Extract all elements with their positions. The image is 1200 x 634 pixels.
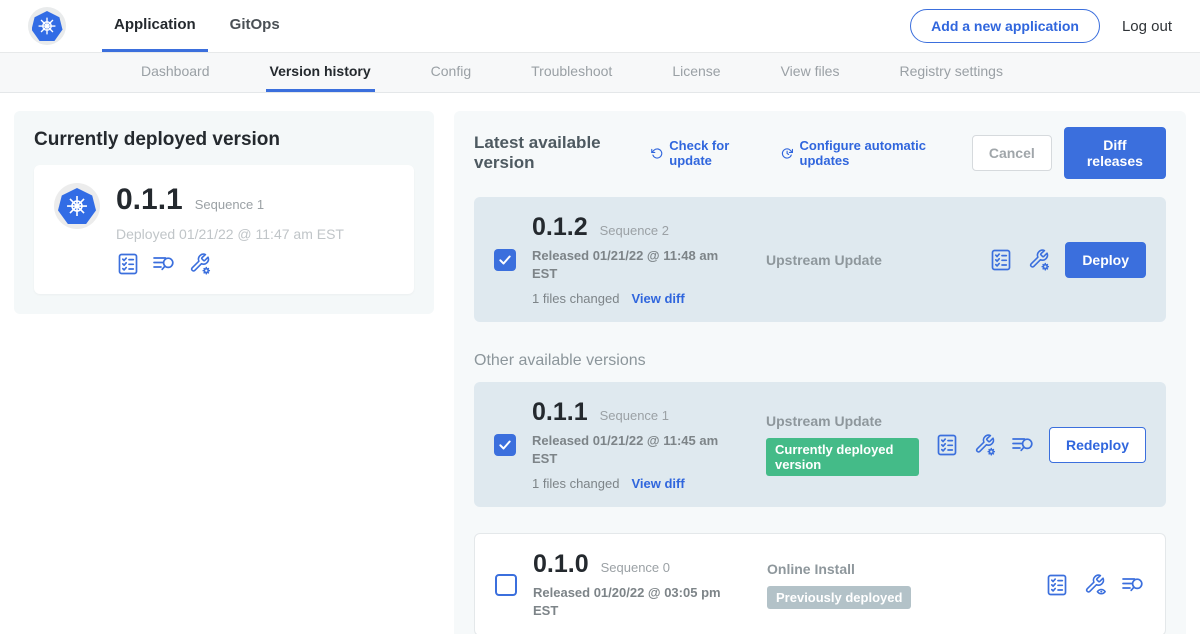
- view-diff-link[interactable]: View diff: [631, 476, 684, 491]
- cancel-button[interactable]: Cancel: [972, 135, 1052, 171]
- version-source-label: Upstream Update: [766, 252, 973, 268]
- version-row-0-1-2: 0.1.2 Sequence 2 Released 01/21/22 @ 11:…: [474, 197, 1166, 322]
- kubernetes-app-icon: [58, 188, 96, 224]
- top-nav: Application GitOps Add a new application…: [0, 0, 1200, 53]
- previously-deployed-badge: Previously deployed: [767, 586, 911, 609]
- logout-button[interactable]: Log out: [1122, 18, 1172, 35]
- diff-releases-button[interactable]: Diff releases: [1064, 127, 1166, 179]
- released-timestamp: Released 01/21/22 @ 11:45 am EST: [532, 432, 722, 467]
- kubernetes-logo-icon: [32, 11, 63, 41]
- tab-config[interactable]: Config: [427, 53, 475, 92]
- version-row-0-1-1: 0.1.1 Sequence 1 Released 01/21/22 @ 11:…: [474, 382, 1166, 507]
- preflight-checks-icon[interactable]: [935, 433, 959, 457]
- tab-license[interactable]: License: [668, 53, 724, 92]
- redeploy-button[interactable]: Redeploy: [1049, 427, 1146, 463]
- latest-version-title: Latest available version: [474, 133, 631, 173]
- version-history-panel: Latest available version Check for updat…: [454, 111, 1186, 634]
- tab-version-history[interactable]: Version history: [266, 53, 375, 92]
- currently-deployed-panel: Currently deployed version 0.1.1 Sequenc…: [14, 111, 434, 314]
- check-for-update-link[interactable]: Check for update: [651, 138, 755, 168]
- sequence-label: Sequence 2: [600, 223, 669, 238]
- deploy-logs-icon[interactable]: [152, 252, 176, 276]
- view-diff-link[interactable]: View diff: [631, 291, 684, 306]
- version-checkbox[interactable]: [494, 249, 516, 271]
- deploy-button[interactable]: Deploy: [1065, 242, 1146, 278]
- currently-deployed-badge: Currently deployed version: [766, 438, 919, 476]
- deployed-timestamp: Deployed 01/21/22 @ 11:47 am EST: [116, 226, 344, 242]
- released-timestamp: Released 01/20/22 @ 03:05 pm EST: [533, 584, 723, 619]
- edit-config-icon[interactable]: [188, 252, 212, 276]
- view-config-icon[interactable]: [1083, 573, 1107, 597]
- top-tab-application[interactable]: Application: [102, 0, 208, 52]
- deployed-panel-title: Currently deployed version: [34, 129, 414, 151]
- other-versions-title: Other available versions: [474, 352, 1166, 370]
- app-sub-nav: Dashboard Version history Config Trouble…: [0, 53, 1200, 93]
- checkmark-icon: [498, 438, 512, 452]
- version-number: 0.1.1: [532, 398, 588, 427]
- sequence-label: Sequence 0: [601, 560, 670, 575]
- top-tab-gitops[interactable]: GitOps: [218, 0, 292, 52]
- version-number: 0.1.0: [533, 550, 589, 579]
- version-source-label: Upstream Update: [766, 413, 919, 429]
- tab-registry-settings[interactable]: Registry settings: [895, 53, 1006, 92]
- files-changed-label: 1 files changed: [532, 476, 619, 491]
- version-number: 0.1.2: [532, 213, 588, 242]
- preflight-checks-icon[interactable]: [116, 252, 140, 276]
- edit-config-icon[interactable]: [1027, 248, 1051, 272]
- preflight-checks-icon[interactable]: [1045, 573, 1069, 597]
- sequence-label: Sequence 1: [600, 408, 669, 423]
- files-changed-label: 1 files changed: [532, 291, 619, 306]
- tab-troubleshoot[interactable]: Troubleshoot: [527, 53, 616, 92]
- app-logo: [28, 0, 66, 52]
- version-checkbox[interactable]: [494, 434, 516, 456]
- version-source-label: Online Install: [767, 561, 1029, 577]
- clock-refresh-icon: [781, 146, 793, 161]
- released-timestamp: Released 01/21/22 @ 11:48 am EST: [532, 247, 722, 282]
- tab-view-files[interactable]: View files: [777, 53, 844, 92]
- checkmark-icon: [498, 253, 512, 267]
- deployed-version-card: 0.1.1 Sequence 1 Deployed 01/21/22 @ 11:…: [34, 165, 414, 294]
- deploy-logs-icon[interactable]: [1121, 573, 1145, 597]
- preflight-checks-icon[interactable]: [989, 248, 1013, 272]
- main-content: Currently deployed version 0.1.1 Sequenc…: [0, 93, 1200, 634]
- deployed-version-number: 0.1.1: [116, 183, 183, 217]
- version-checkbox[interactable]: [495, 574, 517, 596]
- refresh-icon: [651, 146, 663, 161]
- deploy-logs-icon[interactable]: [1011, 433, 1035, 457]
- add-application-button[interactable]: Add a new application: [910, 9, 1100, 43]
- version-row-0-1-0: 0.1.0 Sequence 0 Released 01/20/22 @ 03:…: [474, 533, 1166, 634]
- tab-dashboard[interactable]: Dashboard: [137, 53, 214, 92]
- edit-config-icon[interactable]: [973, 433, 997, 457]
- deployed-sequence-label: Sequence 1: [195, 197, 264, 212]
- configure-automatic-updates-link[interactable]: Configure automatic updates: [781, 138, 946, 168]
